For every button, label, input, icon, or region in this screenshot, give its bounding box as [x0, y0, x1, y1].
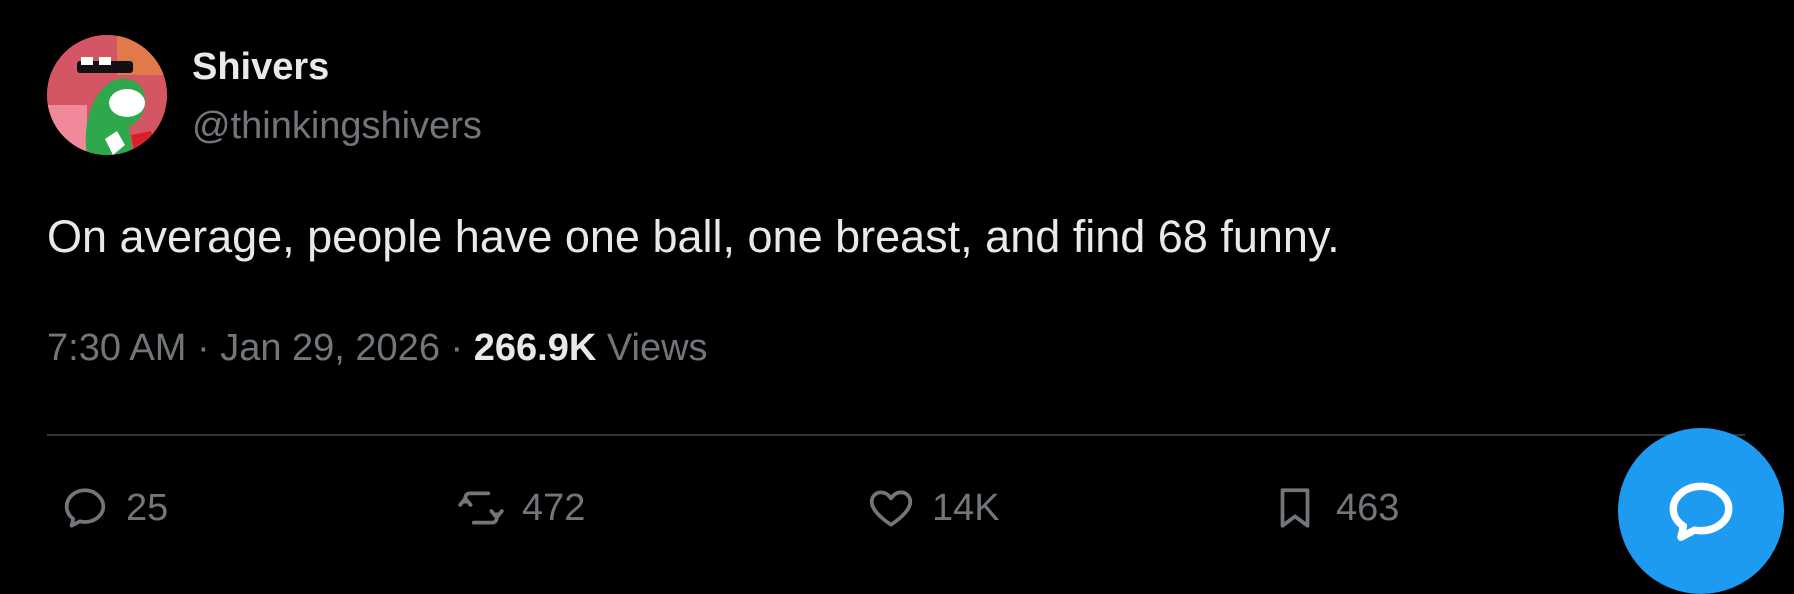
repost-count: 472 — [522, 486, 586, 529]
chat-bubble-icon — [1669, 482, 1733, 541]
reply-icon — [64, 488, 106, 528]
views-label: Views — [606, 327, 708, 369]
yoshi-avatar-image — [47, 35, 167, 155]
reply-button[interactable]: 25 — [60, 480, 168, 536]
reply-count: 25 — [126, 486, 169, 529]
tweet-metadata: 7:30 AM · Jan 29, 2026 · 266.9K Views — [47, 325, 708, 371]
avatar[interactable] — [47, 35, 167, 155]
repost-icon — [458, 491, 504, 525]
author-handle[interactable]: @thinkingshivers — [192, 103, 482, 149]
meta-separator: · — [450, 327, 464, 369]
bookmark-icon — [1280, 488, 1310, 528]
bookmark-count: 463 — [1336, 486, 1400, 529]
like-count: 14K — [932, 486, 1000, 529]
tweet-date[interactable]: Jan 29, 2026 — [220, 327, 440, 369]
heart-icon — [869, 490, 913, 527]
meta-separator: · — [196, 327, 210, 369]
views-count: 266.9K — [473, 327, 597, 369]
repost-button[interactable]: 472 — [456, 480, 585, 536]
bookmark-button[interactable]: 463 — [1270, 480, 1399, 536]
tweet-time[interactable]: 7:30 AM — [47, 327, 186, 369]
author-display-name[interactable]: Shivers — [192, 44, 329, 90]
like-button[interactable]: 14K — [866, 480, 1000, 536]
tweet-text: On average, people have one ball, one br… — [47, 211, 1340, 262]
compose-fab-button[interactable] — [1618, 428, 1784, 594]
divider — [47, 434, 1745, 436]
